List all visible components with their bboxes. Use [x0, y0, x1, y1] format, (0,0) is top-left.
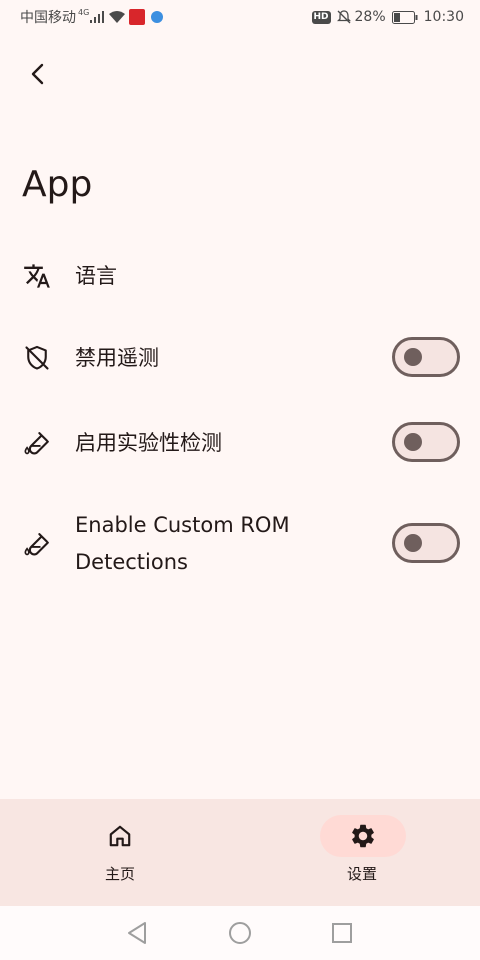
- settings-item-experimental-detections[interactable]: 启用实验性检测: [0, 417, 480, 469]
- settings-item-disable-telemetry[interactable]: 禁用遥测: [0, 332, 480, 384]
- notification-app-icon: [129, 9, 146, 25]
- settings-item-custom-rom-detections[interactable]: Enable Custom ROM Detections: [0, 502, 480, 586]
- wifi-icon: [109, 11, 126, 23]
- chevron-left-icon: [31, 63, 44, 85]
- settings-item-label-line1: Enable Custom ROM: [75, 513, 290, 537]
- status-right: HD 28% 10:30: [311, 7, 464, 27]
- clock: 10:30: [423, 9, 464, 25]
- home-icon: [109, 825, 131, 847]
- system-recents-button[interactable]: [329, 920, 355, 946]
- circle-home-icon: [229, 922, 251, 944]
- back-button[interactable]: [18, 54, 58, 94]
- toggle-thumb: [404, 534, 422, 552]
- status-left: 中国移动 4G: [20, 7, 164, 27]
- shield-off-icon: [22, 343, 52, 373]
- settings-item-label: 启用实验性检测: [75, 431, 222, 455]
- network-type: 4G: [78, 7, 90, 17]
- toggle-thumb: [404, 433, 422, 451]
- carrier-name: 中国移动: [20, 10, 76, 26]
- disable-telemetry-toggle[interactable]: [392, 337, 460, 377]
- test-tube-icon: [22, 428, 52, 458]
- settings-item-language[interactable]: 语言: [0, 250, 480, 302]
- page-title: App: [22, 164, 93, 205]
- nav-item-settings[interactable]: 设置: [240, 799, 480, 906]
- settings-item-label: 语言: [75, 264, 117, 288]
- system-nav-bar: [0, 906, 480, 960]
- nav-icon-container: [77, 815, 163, 857]
- bell-off-icon: [336, 10, 351, 24]
- translate-icon: [22, 261, 52, 291]
- system-back-button[interactable]: [124, 920, 150, 946]
- battery-icon: [391, 10, 418, 24]
- custom-rom-detections-toggle[interactable]: [392, 523, 460, 563]
- hd-badge: HD: [311, 10, 331, 24]
- square-recents-icon: [332, 923, 352, 943]
- system-home-button[interactable]: [227, 920, 253, 946]
- test-tube-icon: [22, 529, 52, 559]
- notification-app-icon-blue: [151, 11, 164, 23]
- status-bar: 中国移动 4G HD 28% 10:30: [0, 0, 480, 34]
- battery-percent: 28%: [354, 9, 386, 25]
- bottom-nav: 主页 设置: [0, 799, 480, 906]
- nav-label-settings: 设置: [346, 865, 377, 883]
- experimental-detections-toggle[interactable]: [392, 422, 460, 462]
- settings-item-label: 禁用遥测: [75, 346, 159, 370]
- nav-item-home[interactable]: 主页: [0, 799, 240, 906]
- gear-icon: [352, 824, 374, 848]
- triangle-back-icon: [128, 922, 146, 944]
- settings-item-label-line2: Detections: [75, 550, 188, 574]
- nav-label-home: 主页: [104, 865, 135, 883]
- signal-icon: [90, 11, 105, 23]
- nav-active-indicator: [320, 815, 406, 857]
- toggle-thumb: [404, 348, 422, 366]
